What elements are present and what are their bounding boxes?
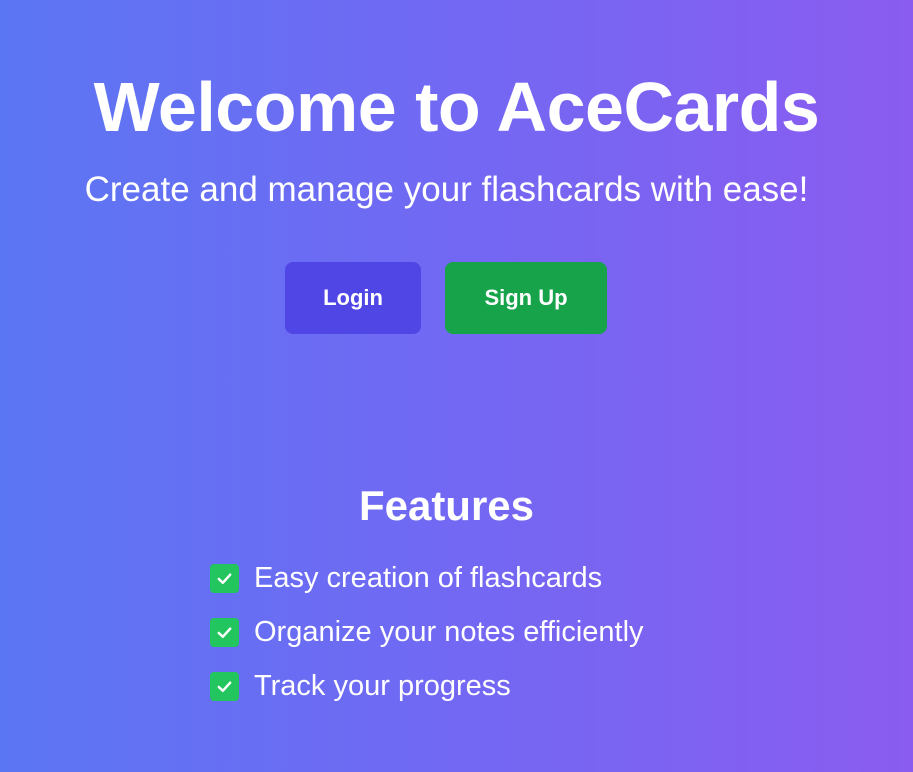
feature-label: Organize your notes efficiently — [254, 616, 644, 648]
list-item: Track your progress — [210, 664, 644, 708]
feature-label: Track your progress — [254, 670, 511, 702]
page-title: Welcome to AceCards — [93, 68, 820, 146]
check-icon — [210, 563, 239, 593]
list-item: Organize your notes efficiently — [210, 610, 644, 654]
login-button[interactable]: Login — [285, 262, 421, 334]
check-icon — [210, 617, 239, 647]
auth-buttons: Login Sign Up — [285, 262, 607, 334]
check-icon — [210, 671, 239, 701]
feature-label: Easy creation of flashcards — [254, 562, 603, 594]
page-subtitle: Create and manage your flashcards with e… — [84, 170, 809, 209]
features-heading: Features — [358, 482, 535, 529]
list-item: Easy creation of flashcards — [210, 556, 644, 600]
features-list: Easy creation of flashcards Organize you… — [210, 556, 644, 718]
sign-up-button[interactable]: Sign Up — [445, 262, 607, 334]
